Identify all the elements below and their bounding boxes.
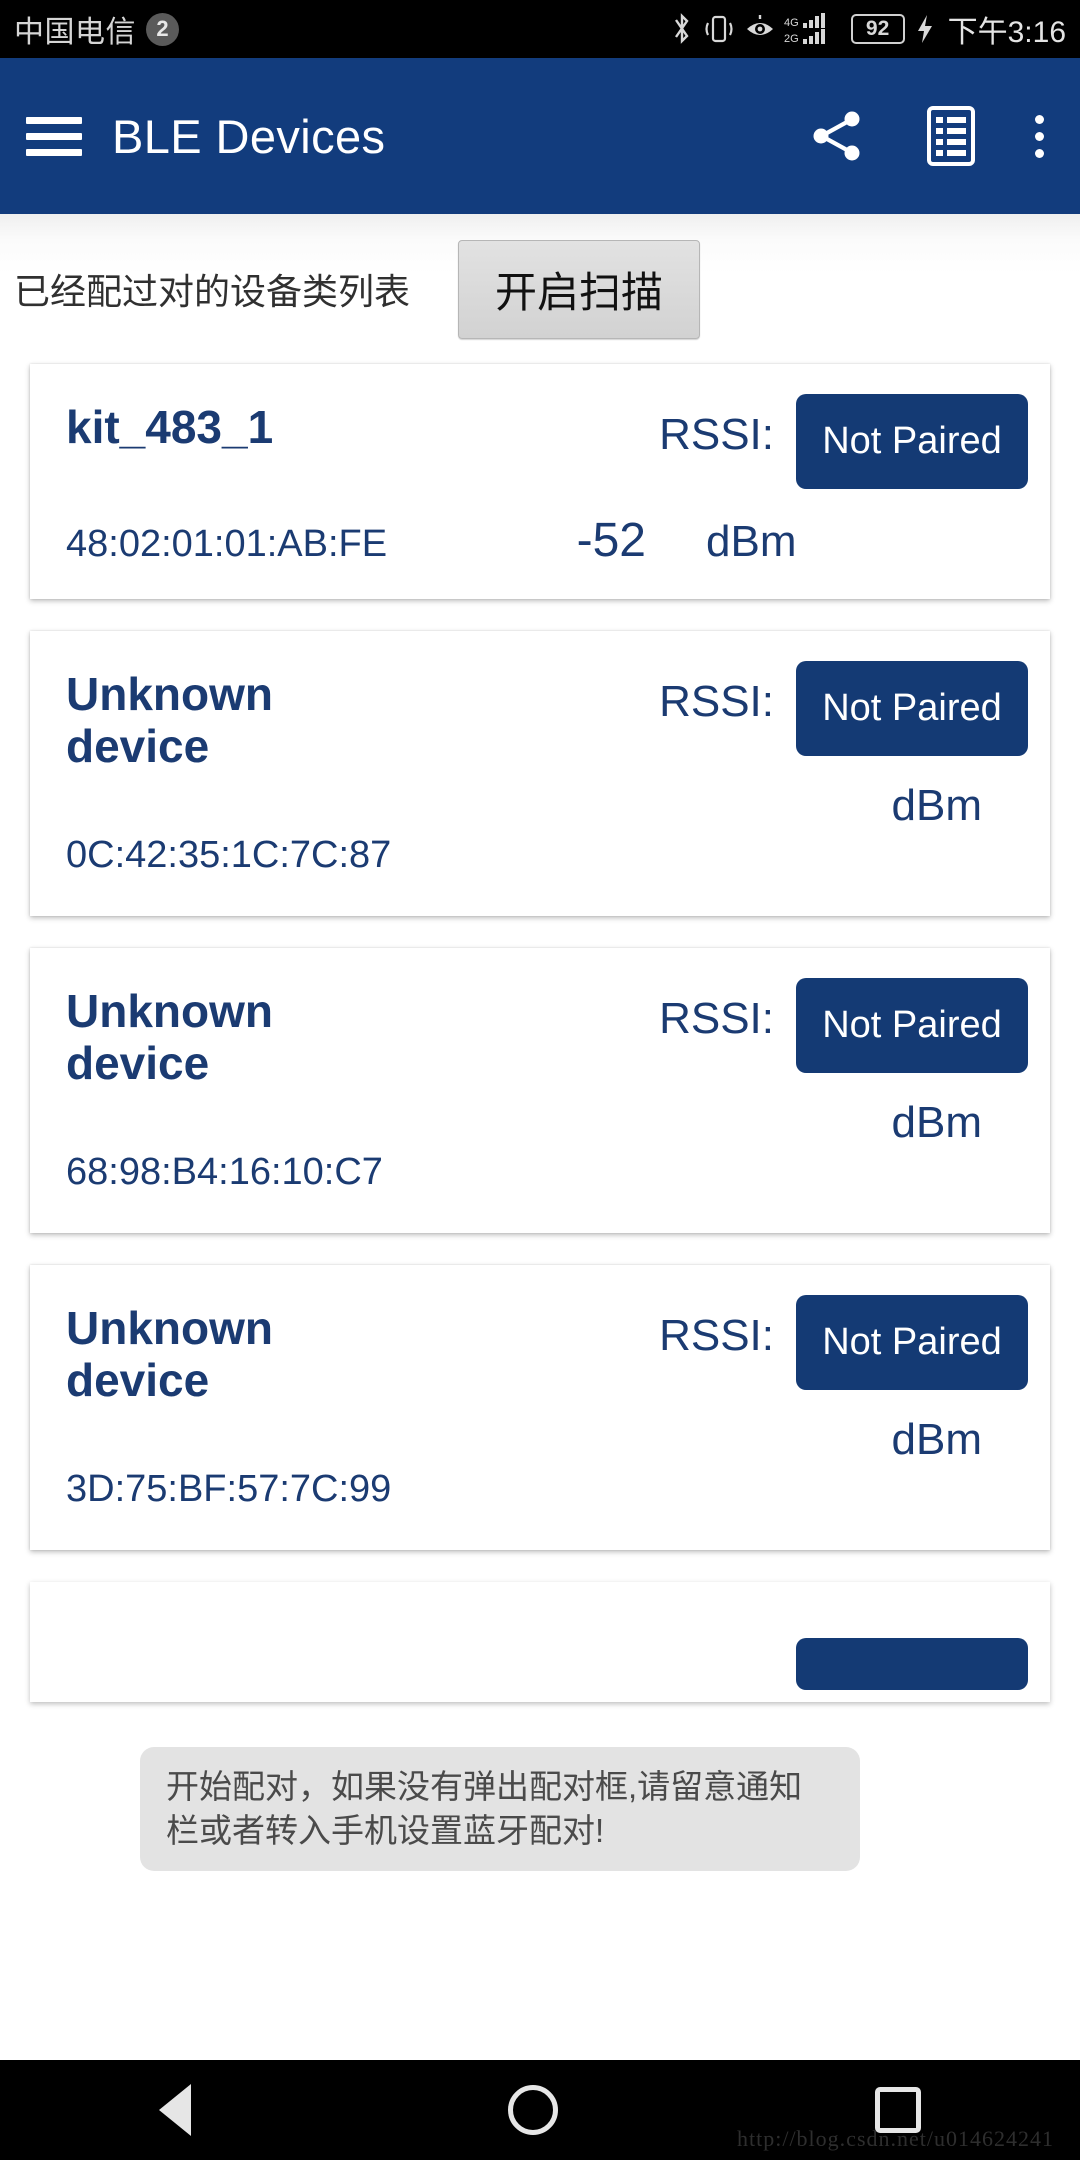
dbm-unit-label: dBm <box>891 781 982 830</box>
device-card[interactable]: Unknown device RSSI: Not Paired dBm 0C:4… <box>30 631 1050 916</box>
device-card-top-row: Unknown device RSSI: Not Paired <box>66 1295 1028 1406</box>
page-title: BLE Devices <box>112 109 386 163</box>
paired-devices-label: 已经配过对的设备类列表 <box>14 271 411 312</box>
phone-screen: 中国电信 2 4G 2G 92 下午3:16 BLE Devices 已经配过对… <box>0 0 1080 2160</box>
device-mac-address: 3D:75:BF:57:7C:99 <box>66 1468 392 1511</box>
rssi-label: RSSI: <box>659 677 774 726</box>
svg-text:4G: 4G <box>784 17 799 29</box>
rssi-label: RSSI: <box>659 410 774 459</box>
device-card[interactable]: kit_483_1 RSSI: Not Paired 48:02:01:01:A… <box>30 364 1050 599</box>
device-list: kit_483_1 RSSI: Not Paired 48:02:01:01:A… <box>0 364 1080 1702</box>
hamburger-menu-icon[interactable] <box>26 116 82 156</box>
bluetooth-icon <box>671 12 693 46</box>
pair-status-button[interactable]: Not Paired <box>796 394 1028 489</box>
status-bar-left: 中国电信 2 <box>14 7 179 51</box>
paired-header-row: 已经配过对的设备类列表 开启扫描 <box>0 214 1080 364</box>
rssi-label: RSSI: <box>659 994 774 1043</box>
device-card[interactable]: Unknown device RSSI: Not Paired dBm 3D:7… <box>30 1265 1050 1550</box>
dbm-unit-label: dBm <box>706 517 797 566</box>
list-icon[interactable] <box>923 105 979 167</box>
status-bar-clock: 下午3:16 <box>947 16 1066 49</box>
device-card-bottom-row: 3D:75:BF:57:7C:99 <box>66 1468 1028 1511</box>
signal-4g-2g-icon: 4G 2G <box>784 13 842 45</box>
dbm-unit-label: dBm <box>891 1098 982 1147</box>
dbm-unit-label: dBm <box>891 1415 982 1464</box>
watermark: http://blog.csdn.net/u014624241 <box>737 2126 1054 2151</box>
device-mac-address: 48:02:01:01:AB:FE <box>66 523 388 565</box>
rssi-label: RSSI: <box>659 1311 774 1360</box>
rssi-value: -52 <box>576 514 646 567</box>
status-bar: 中国电信 2 4G 2G 92 下午3:16 <box>0 0 1080 58</box>
start-scan-button[interactable]: 开启扫描 <box>458 239 701 339</box>
toast-message: 开始配对，如果没有弹出配对框,请留意通知栏或者转入手机设置蓝牙配对! <box>140 1747 860 1872</box>
pair-status-button[interactable]: Not Paired <box>796 1295 1028 1390</box>
device-card[interactable] <box>30 1582 1050 1702</box>
navigation-bar: http://blog.csdn.net/u014624241 <box>0 2060 1080 2160</box>
device-card-top-row: Unknown device RSSI: Not Paired <box>66 661 1028 772</box>
device-card-top-row: Unknown device RSSI: Not Paired <box>66 978 1028 1089</box>
device-card-bottom-row: 48:02:01:01:AB:FE -52 dBm <box>66 513 1028 568</box>
pair-status-button[interactable] <box>796 1638 1028 1690</box>
status-bar-right: 4G 2G 92 下午3:16 <box>671 7 1066 51</box>
eye-icon <box>745 14 775 44</box>
device-card-bottom-row: 0C:42:35:1C:7C:87 <box>66 834 1028 877</box>
sim-badge: 2 <box>146 12 179 46</box>
pair-status-button[interactable]: Not Paired <box>796 661 1028 756</box>
app-bar-actions <box>807 105 1054 167</box>
device-name: Unknown device <box>66 668 273 772</box>
device-name: Unknown device <box>66 1302 273 1406</box>
device-name: kit_483_1 <box>66 401 274 453</box>
device-mac-address: 0C:42:35:1C:7C:87 <box>66 834 392 877</box>
device-mac-address: 68:98:B4:16:10:C7 <box>66 1151 383 1194</box>
device-card-top-row: kit_483_1 RSSI: Not Paired <box>66 394 1028 489</box>
app-bar: BLE Devices <box>0 58 1080 214</box>
battery-icon: 92 <box>850 14 905 44</box>
device-name: Unknown device <box>66 985 273 1089</box>
vibrate-icon <box>702 13 736 45</box>
home-circle-icon[interactable] <box>507 2085 558 2135</box>
overflow-menu-icon[interactable] <box>1035 114 1044 158</box>
back-triangle-icon[interactable] <box>158 2084 191 2136</box>
carrier-label: 中国电信 <box>14 16 136 49</box>
share-icon[interactable] <box>807 106 867 166</box>
svg-text:2G: 2G <box>784 33 799 45</box>
charging-bolt-icon <box>914 14 936 44</box>
device-card[interactable]: Unknown device RSSI: Not Paired dBm 68:9… <box>30 948 1050 1233</box>
pair-status-button[interactable]: Not Paired <box>796 978 1028 1073</box>
device-card-bottom-row: 68:98:B4:16:10:C7 <box>66 1151 1028 1194</box>
